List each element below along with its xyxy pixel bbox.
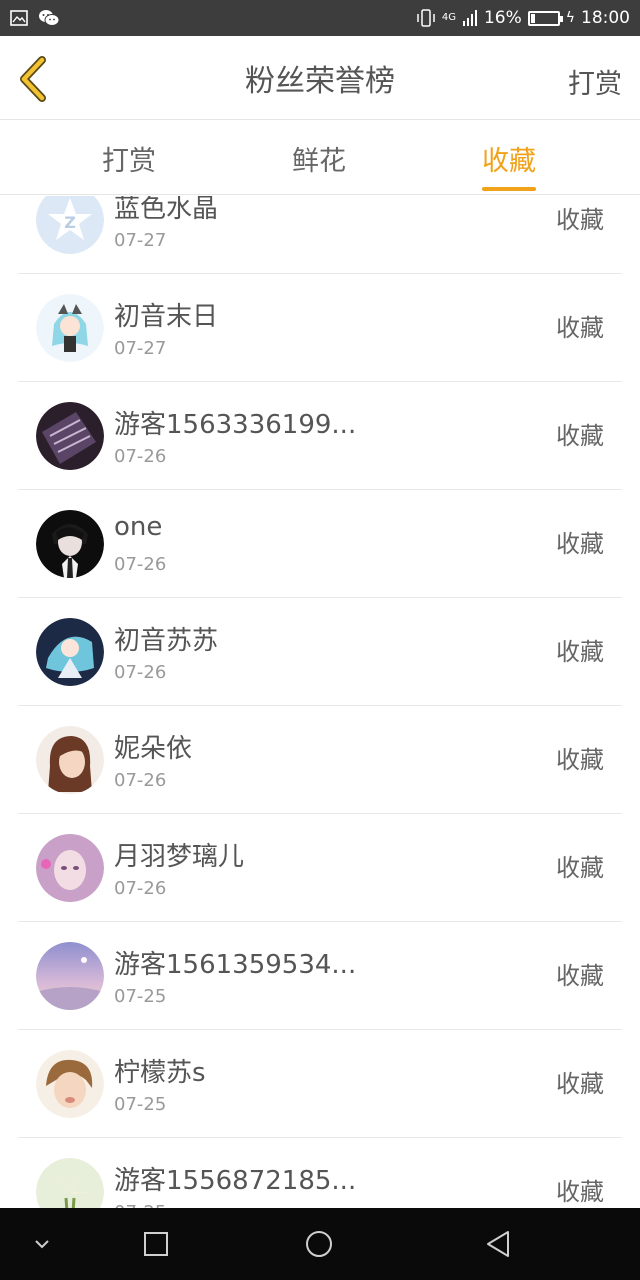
user-name: 蓝色水晶 [114, 196, 219, 224]
wechat-icon [39, 10, 60, 26]
gift-type: 收藏 [556, 314, 604, 342]
gift-type: 收藏 [556, 1070, 604, 1098]
date: 07-26 [114, 446, 167, 467]
avatar[interactable] [36, 510, 104, 578]
avatar[interactable] [36, 1158, 104, 1208]
date: 07-26 [114, 770, 167, 791]
user-name: one [114, 512, 163, 542]
avatar[interactable]: Z [36, 196, 104, 254]
signal-icon-a [462, 10, 477, 26]
gift-type: 收藏 [556, 1178, 604, 1206]
user-name: 游客1563336199... [114, 410, 357, 440]
battery-percent: 16% [483, 8, 522, 28]
gift-type: 收藏 [556, 746, 604, 774]
fan-list[interactable]: Z 蓝色水晶 07-27 收藏 初音末日 07-27 收藏 游客15633361… [0, 196, 640, 1208]
home-icon[interactable] [303, 1228, 335, 1260]
tab-flowers-label: 鲜花 [292, 146, 346, 177]
active-tab-indicator [482, 187, 536, 191]
tab-favorites-label: 收藏 [482, 146, 536, 177]
tab-bar: 打赏 鲜花 收藏 [0, 121, 640, 195]
date: 07-27 [114, 230, 167, 251]
network-label-a: 4G [441, 12, 456, 23]
page-title: 粉丝荣誉榜 [245, 63, 395, 99]
date: 07-25 [114, 1094, 167, 1115]
user-name: 柠檬苏s [114, 1058, 206, 1088]
clock: 18:00 [581, 8, 630, 28]
gift-type: 收藏 [556, 854, 604, 882]
avatar[interactable] [36, 294, 104, 362]
user-name: 初音末日 [114, 302, 219, 332]
avatar[interactable] [36, 402, 104, 470]
list-item[interactable]: 游客1556872185... 07-25 收藏 [18, 1138, 622, 1208]
user-name: 月羽梦璃儿 [114, 842, 245, 872]
list-item[interactable]: Z 蓝色水晶 07-27 收藏 [18, 196, 622, 274]
list-item[interactable]: 游客1563336199... 07-26 收藏 [18, 382, 622, 490]
avatar[interactable] [36, 834, 104, 902]
tab-reward-label: 打赏 [102, 146, 156, 177]
user-name: 游客1561359534... [114, 950, 357, 980]
battery-icon [527, 10, 563, 26]
user-name: 妮朵依 [114, 734, 193, 764]
user-name: 初音苏苏 [114, 626, 219, 656]
list-item[interactable]: 初音苏苏 07-26 收藏 [18, 598, 622, 706]
tab-favorites[interactable]: 收藏 [482, 139, 536, 191]
list-item[interactable]: 游客1561359534... 07-25 收藏 [18, 922, 622, 1030]
date: 07-26 [114, 554, 167, 575]
avatar[interactable] [36, 726, 104, 794]
tab-reward[interactable]: 打赏 [102, 139, 156, 178]
gift-type: 收藏 [556, 422, 604, 450]
gift-type: 收藏 [556, 638, 604, 666]
navigation-bar [0, 1208, 640, 1280]
gift-type: 收藏 [556, 530, 604, 558]
tab-flowers[interactable]: 鲜花 [292, 139, 346, 178]
reward-button[interactable]: 打赏 [568, 62, 622, 101]
gallery-icon [10, 10, 28, 26]
back-arrow-icon[interactable] [14, 56, 54, 102]
list-item[interactable]: 月羽梦璃儿 07-26 收藏 [18, 814, 622, 922]
header: 粉丝荣誉榜 打赏 [0, 36, 640, 120]
list-item[interactable]: 初音末日 07-27 收藏 [18, 274, 622, 382]
charging-icon: ϟ [565, 10, 575, 26]
back-icon[interactable] [482, 1228, 514, 1260]
list-item[interactable]: one 07-26 收藏 [18, 490, 622, 598]
gift-type: 收藏 [556, 962, 604, 990]
gift-type: 收藏 [556, 206, 604, 234]
list-item[interactable]: 妮朵依 07-26 收藏 [18, 706, 622, 814]
status-bar: 4G 16% ϟ 18:00 [0, 0, 640, 36]
recent-apps-icon[interactable] [140, 1228, 172, 1260]
chevron-down-icon[interactable] [26, 1228, 58, 1260]
list-item[interactable]: 柠檬苏s 07-25 收藏 [18, 1030, 622, 1138]
user-name: 游客1556872185... [114, 1166, 357, 1196]
avatar[interactable] [36, 618, 104, 686]
avatar[interactable] [36, 942, 104, 1010]
vibrate-icon [417, 9, 435, 27]
date: 07-27 [114, 338, 167, 359]
svg-text:Z: Z [64, 213, 76, 232]
date: 07-26 [114, 878, 167, 899]
date: 07-25 [114, 986, 167, 1007]
avatar[interactable] [36, 1050, 104, 1118]
date: 07-26 [114, 662, 167, 683]
